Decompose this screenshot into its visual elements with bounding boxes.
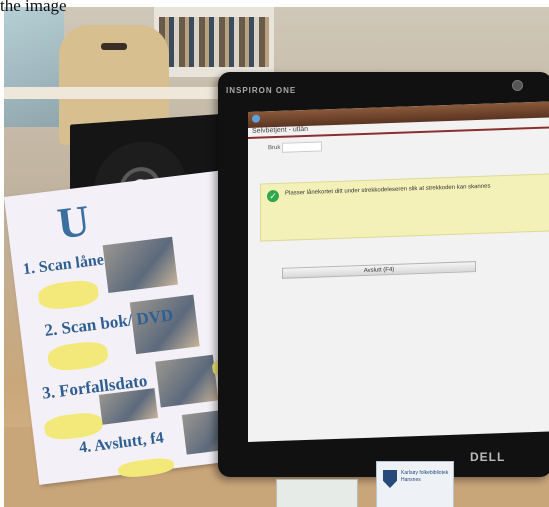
- table-edge: [4, 87, 244, 99]
- window-titlebar: [248, 101, 549, 128]
- instruction-message-box: ✓ Plasser lånekortet ditt under strekkod…: [260, 173, 549, 242]
- instruction-message: Plasser lånekortet ditt under strekkodel…: [285, 183, 491, 197]
- books: [159, 17, 269, 67]
- desk-card-secondary: [276, 479, 358, 507]
- sign-photo-card: [102, 236, 178, 293]
- chair-handle-slot: [101, 43, 127, 50]
- desk-card-text: Karlsøy folkebibliotek Hansnes: [401, 470, 449, 483]
- monitor-brand-bottom: DELL: [470, 450, 506, 464]
- photo-scene: the image U 1. Scan låne 2. Scan bok/ DV…: [0, 0, 549, 507]
- sign-note: [46, 339, 110, 373]
- desk-card: Karlsøy folkebibliotek Hansnes: [376, 461, 454, 507]
- sign-title: U: [54, 195, 93, 249]
- window-title: Selvbetjent - utlån: [252, 125, 309, 135]
- sign-step-1: 1. Scan låne: [21, 251, 105, 279]
- sign-photo-due-date: [155, 354, 219, 408]
- camera-icon: [512, 80, 523, 91]
- user-input[interactable]: [282, 141, 322, 153]
- image-caption: the image: [0, 0, 67, 15]
- check-icon: ✓: [267, 189, 279, 203]
- app-icon: [252, 114, 260, 123]
- background-window: [4, 7, 64, 127]
- monitor-brand-top: INSPIRON ONE: [226, 86, 297, 95]
- screen: Selvbetjent - utlån Bruk ✓ Plasser lånek…: [248, 101, 549, 443]
- finish-button[interactable]: Avslutt (F4): [282, 261, 476, 279]
- monitor: INSPIRON ONE Selvbetjent - utlån Bruk ✓ …: [218, 72, 549, 477]
- sign-note: [37, 278, 100, 312]
- bookshelf: [154, 7, 274, 77]
- field-label: Bruk: [268, 144, 281, 152]
- library-logo-icon: [383, 470, 397, 488]
- photograph: U 1. Scan låne 2. Scan bok/ DVD 3. Forfa…: [4, 7, 549, 507]
